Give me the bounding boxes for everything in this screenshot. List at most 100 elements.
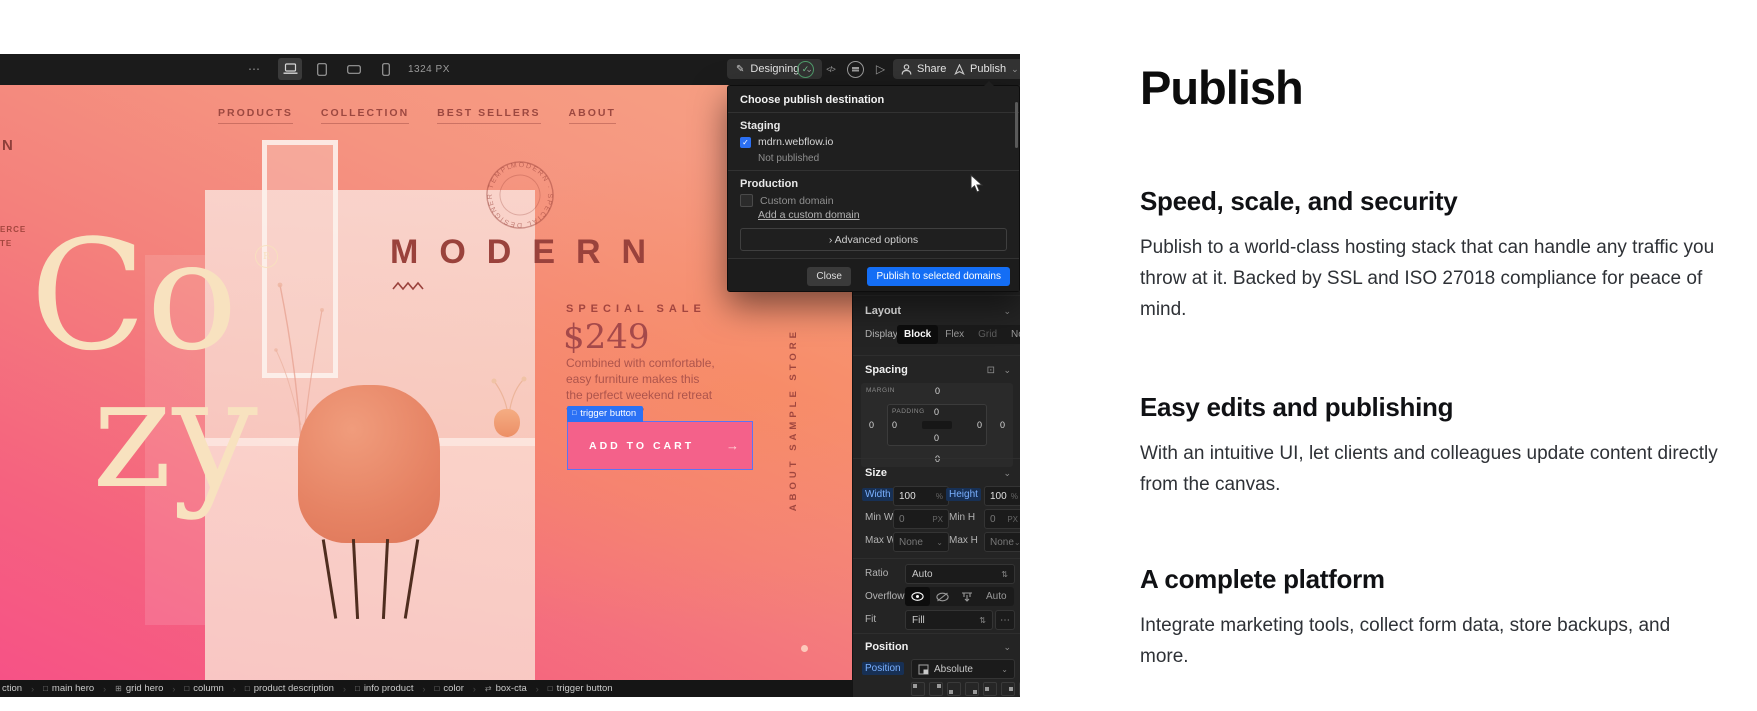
breadcrumb-item[interactable]: □info product	[355, 683, 414, 694]
breadcrumb-item[interactable]: ction	[2, 683, 22, 694]
audit-check-icon[interactable]: ✓	[797, 61, 814, 78]
size-section: Size ⌄ Width 100% Height 100% Min W 0PX …	[853, 458, 1020, 634]
height-label: Height	[946, 488, 981, 501]
position-select[interactable]: Absolute ⌄	[911, 659, 1015, 679]
height-input[interactable]: 100%	[984, 486, 1020, 506]
anchor-right[interactable]	[1001, 682, 1015, 696]
section-heading-speed: Speed, scale, and security	[1140, 186, 1457, 217]
chevron-down-icon[interactable]: ⌄	[1003, 642, 1011, 653]
squiggle-decoration	[392, 281, 432, 291]
publish-button[interactable]: Publish ⌄	[946, 59, 1020, 79]
breadcrumb-item[interactable]: □color	[434, 683, 463, 694]
more-icon[interactable]: ⋯	[248, 62, 261, 76]
min-height-input[interactable]: 0PX	[984, 509, 1020, 529]
width-input[interactable]: 100%	[893, 486, 949, 506]
breadcrumb-item[interactable]: □main hero	[43, 683, 94, 694]
overflow-auto-option[interactable]: Auto	[979, 587, 1014, 606]
padding-right-value[interactable]: 0	[977, 420, 982, 430]
padding-left-value[interactable]: 0	[892, 420, 897, 430]
layout-section-title: Layout	[865, 305, 901, 317]
design-canvas[interactable]: N PRODUCTS COLLECTION BEST SELLERS ABOUT…	[0, 85, 852, 680]
breadcrumb-item[interactable]: □product description	[245, 683, 334, 694]
breakpoint-desktop-button[interactable]	[278, 58, 302, 80]
page-title: Publish	[1140, 60, 1303, 115]
display-option-grid[interactable]: Grid	[971, 325, 1004, 344]
canvas-width-value: 1324 PX	[408, 64, 450, 75]
staging-domain-row[interactable]: ✓ mdrn.webflow.io	[740, 136, 833, 148]
breadcrumb-item[interactable]: □trigger button	[548, 683, 613, 694]
arrow-right-icon: →	[726, 438, 739, 453]
nav-link-about[interactable]: ABOUT	[569, 107, 616, 124]
element-center-slot	[922, 421, 952, 429]
chevron-right-icon: ›	[103, 684, 106, 694]
anchor-top-left[interactable]	[911, 682, 925, 696]
display-option-none[interactable]: None	[1004, 325, 1020, 344]
site-navigation: PRODUCTS COLLECTION BEST SELLERS ABOUT	[218, 107, 616, 124]
overflow-scroll-option[interactable]	[955, 587, 979, 606]
margin-right-value[interactable]: 0	[1000, 420, 1005, 430]
staging-domain: mdrn.webflow.io	[758, 136, 833, 148]
padding-top-value[interactable]: 0	[934, 407, 939, 417]
fit-more-button[interactable]: ⋯	[995, 610, 1015, 630]
spacing-settings-icon[interactable]: ⊡	[987, 365, 995, 376]
anchor-bottom-left[interactable]	[947, 682, 961, 696]
spacing-section: Spacing ⊡ ⌄ MARGIN 0 0 0 0 PADDING 0 0 0…	[853, 355, 1020, 459]
vase	[494, 409, 520, 437]
unchecked-checkbox-icon[interactable]	[740, 194, 753, 207]
nav-link-collection[interactable]: COLLECTION	[321, 107, 409, 124]
chevron-right-icon: ›	[343, 684, 346, 694]
nav-link-best-sellers[interactable]: BEST SELLERS	[437, 107, 540, 124]
chevron-down-icon[interactable]: ⌄	[1003, 306, 1011, 317]
sale-label: SPECIAL SALE	[566, 303, 706, 315]
max-width-label: Max W	[865, 535, 896, 546]
margin-left-value[interactable]: 0	[869, 420, 874, 430]
element-breadcrumb-bar: ction › □main hero › ⊞grid hero › □colum…	[0, 680, 854, 697]
add-custom-domain-link[interactable]: Add a custom domain	[758, 209, 860, 221]
preview-play-icon[interactable]: ▷	[873, 62, 888, 77]
breadcrumb-item[interactable]: ⇄box-cta	[485, 683, 527, 694]
chevron-down-icon: ⌄	[1011, 64, 1019, 75]
comments-icon[interactable]	[847, 61, 864, 78]
anchor-bottom-right[interactable]	[965, 682, 979, 696]
breakpoint-landscape-button[interactable]	[342, 58, 366, 80]
anchor-top-right[interactable]	[929, 682, 943, 696]
anchor-top[interactable]	[1019, 682, 1020, 696]
ratio-select[interactable]: Auto⇅	[905, 564, 1015, 584]
brush-icon: ✎	[736, 64, 744, 75]
custom-domain-row[interactable]: Custom domain	[740, 194, 834, 207]
breakpoint-phone-button[interactable]	[374, 58, 398, 80]
publish-selected-domains-button[interactable]: Publish to selected domains	[867, 267, 1010, 286]
display-option-block[interactable]: Block	[897, 325, 938, 344]
max-height-select[interactable]: None⌄	[984, 532, 1020, 552]
padding-widget[interactable]: PADDING 0 0 0 0	[887, 404, 987, 446]
max-width-select[interactable]: None⌄	[893, 532, 949, 552]
fit-label: Fit	[865, 614, 876, 625]
anchor-left[interactable]	[983, 682, 997, 696]
code-export-icon[interactable]: </>	[823, 62, 838, 77]
breadcrumb-item[interactable]: □column	[184, 683, 223, 694]
scrollbar-thumb[interactable]	[1015, 102, 1018, 148]
overflow-hidden-option[interactable]	[930, 587, 955, 606]
close-button[interactable]: Close	[807, 267, 851, 286]
min-width-input[interactable]: 0PX	[893, 509, 949, 529]
chevron-down-icon[interactable]: ⌄	[1003, 365, 1011, 376]
selected-element-tag[interactable]: □ trigger button	[567, 406, 643, 422]
fit-select[interactable]: Fill⇅	[905, 610, 993, 630]
display-option-flex[interactable]: Flex	[938, 325, 971, 344]
chevron-down-icon[interactable]: ⌄	[1003, 468, 1011, 479]
overflow-visible-option[interactable]	[905, 587, 930, 606]
padding-bottom-value[interactable]: 0	[934, 433, 939, 443]
margin-padding-widget[interactable]: MARGIN 0 0 0 0 PADDING 0 0 0 0	[861, 383, 1013, 467]
square-icon: □	[245, 684, 250, 693]
advanced-options-button[interactable]: › Advanced options	[740, 228, 1007, 251]
margin-top-value[interactable]: 0	[935, 386, 940, 396]
nav-link-products[interactable]: PRODUCTS	[218, 107, 293, 124]
checked-checkbox-icon[interactable]: ✓	[740, 137, 751, 148]
add-to-cart-button[interactable]: ADD TO CART →	[567, 421, 753, 470]
breadcrumb-item[interactable]: ⊞grid hero	[115, 683, 163, 694]
vertical-store-text: ABOUT SAMPLE STORE	[788, 328, 799, 511]
toolbar-icon-group: ✓ </> ▷	[797, 59, 888, 79]
r-badge: R	[255, 245, 278, 268]
slide-indicator-dot[interactable]	[801, 645, 808, 652]
breakpoint-tablet-button[interactable]	[310, 58, 334, 80]
